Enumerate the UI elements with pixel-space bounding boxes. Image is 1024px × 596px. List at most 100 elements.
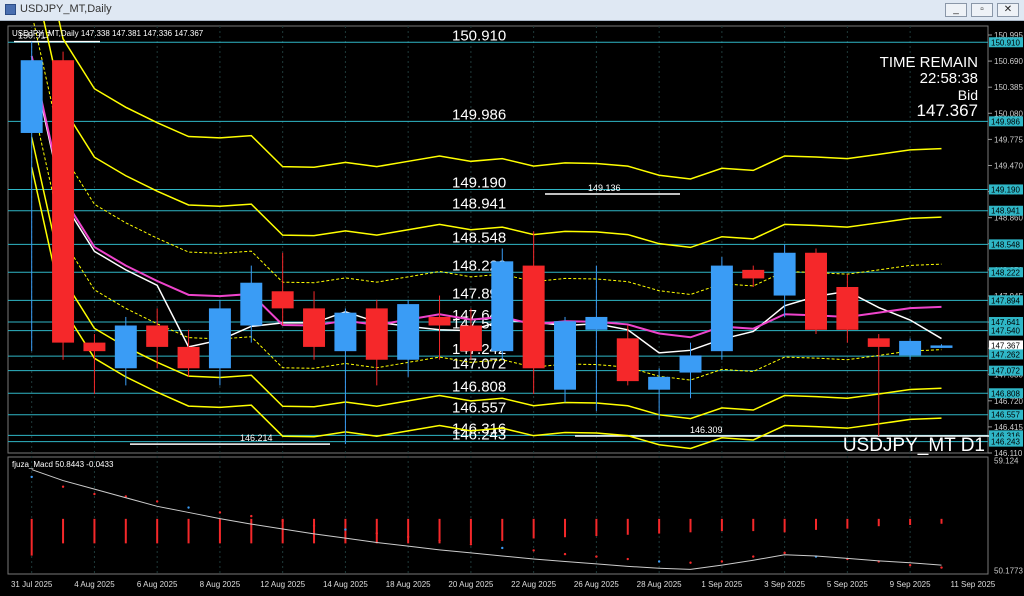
price-tick-label: 149.470 xyxy=(994,161,1023,170)
macd-signal-dot xyxy=(908,563,912,567)
symbol-watermark: USDJPY_MT D1 xyxy=(843,435,985,456)
level-label: 149.190 xyxy=(452,174,506,191)
macd-signal-dot xyxy=(752,555,755,558)
price-tick-label: 150.385 xyxy=(994,83,1023,92)
date-label: 3 Sep 2025 xyxy=(764,580,805,589)
candle-body xyxy=(303,308,326,347)
price-flag-label: 146.557 xyxy=(991,411,1020,420)
window-title: USDJPY_MT,Daily xyxy=(20,3,112,15)
macd-signal-dot xyxy=(469,543,473,546)
macd-signal-dot xyxy=(532,549,535,552)
macd-signal-dot xyxy=(30,475,33,479)
level-label: 148.548 xyxy=(452,229,506,246)
candle-body xyxy=(397,304,420,360)
date-label: 14 Aug 2025 xyxy=(323,580,368,589)
time-remain-value: 22:58:38 xyxy=(919,70,978,87)
candle-body xyxy=(648,376,671,390)
price-flag-label: 147.540 xyxy=(991,327,1020,336)
close-button[interactable]: ✕ xyxy=(997,3,1019,17)
minimize-button[interactable]: _ xyxy=(945,3,967,17)
extreme-marker-label: 149.136 xyxy=(588,183,621,193)
candle-body xyxy=(616,338,639,382)
macd-signal-dot xyxy=(940,566,943,569)
candle xyxy=(710,257,733,360)
candle-body xyxy=(930,345,953,348)
price-flag-label: 148.548 xyxy=(991,240,1020,249)
restore-button[interactable]: ▫ xyxy=(971,3,993,17)
macd-signal-dot xyxy=(155,500,159,503)
level-label: 150.910 xyxy=(452,27,506,44)
macd-signal-dot xyxy=(783,551,786,555)
time-remain-label: TIME REMAIN xyxy=(879,54,978,71)
candle-body xyxy=(491,261,514,352)
candle xyxy=(52,51,75,360)
candle-body xyxy=(679,355,702,373)
date-label: 8 Aug 2025 xyxy=(200,580,241,589)
time-remain-panel: TIME REMAIN 22:58:38 Bid 147.367 xyxy=(879,54,978,120)
date-label: 1 Sep 2025 xyxy=(701,580,742,589)
candle-body xyxy=(742,269,765,279)
price-flag-label: 146.243 xyxy=(991,438,1020,447)
macd-pane-frame xyxy=(7,456,989,575)
macd-tick-label: 50.1773 xyxy=(994,566,1023,575)
date-label: 18 Aug 2025 xyxy=(386,580,431,589)
main-pane-header: USDJPY_MT,Daily 147.338 147.381 147.336 … xyxy=(12,29,204,38)
macd-pane-header: fjuza_Macd 50.8443 -0.0433 xyxy=(12,460,114,469)
level-label: 146.557 xyxy=(452,400,506,417)
date-label: 12 Aug 2025 xyxy=(260,580,305,589)
candle-body xyxy=(428,316,451,326)
price-flag-label: 146.808 xyxy=(991,389,1020,398)
date-label: 5 Sep 2025 xyxy=(827,580,868,589)
macd-signal-dot xyxy=(250,514,253,518)
macd-signal-dot xyxy=(720,560,724,563)
macd-signal-dot xyxy=(375,532,378,535)
date-label: 11 Sep 2025 xyxy=(950,580,995,589)
date-label: 31 Jul 2025 xyxy=(11,580,53,589)
candle-body xyxy=(554,321,576,390)
macd-signal-dot xyxy=(438,539,441,542)
date-label: 4 Aug 2025 xyxy=(74,580,115,589)
price-flag-label: 147.894 xyxy=(991,296,1020,305)
macd-signal-dot xyxy=(501,546,504,550)
price-flag-label: 149.190 xyxy=(991,185,1020,194)
macd-tick-label: 59.124 xyxy=(994,457,1019,466)
macd-signal-dot xyxy=(406,535,410,539)
price-flag-label: 147.072 xyxy=(991,367,1020,376)
price-flag-label: 148.222 xyxy=(991,268,1020,277)
date-label: 6 Aug 2025 xyxy=(137,580,178,589)
candle-body xyxy=(334,312,357,352)
date-label: 28 Aug 2025 xyxy=(637,580,682,589)
macd-signal-dot xyxy=(563,552,567,556)
candle-body xyxy=(208,308,231,369)
candle-body xyxy=(365,308,388,360)
level-label: 149.986 xyxy=(452,106,506,123)
macd-signal-dot xyxy=(626,557,629,561)
candle-body xyxy=(773,252,796,296)
chart-window-icon xyxy=(5,4,16,15)
price-flag-label: 150.910 xyxy=(991,38,1020,47)
bid-value: 147.367 xyxy=(916,101,978,120)
price-tick-label: 150.690 xyxy=(994,57,1023,66)
candle-body xyxy=(805,252,827,330)
candle-body xyxy=(52,60,75,343)
candle-body xyxy=(867,338,890,347)
macd-signal-dot xyxy=(93,492,96,496)
extreme-marker-label: 146.309 xyxy=(690,425,723,435)
level-label: 147.072 xyxy=(452,356,506,373)
price-flag-label: 147.367 xyxy=(991,341,1020,350)
price-chart[interactable]: 150.910 149.986 149.190 148.941 148.548 148.2… xyxy=(0,21,1024,596)
level-label: 146.808 xyxy=(452,378,506,395)
price-flag-label: 148.941 xyxy=(991,207,1020,216)
candle-body xyxy=(114,325,137,369)
candle-body xyxy=(271,291,294,309)
candle-body xyxy=(710,265,733,352)
macd-signal-dot xyxy=(595,555,598,558)
candle-body xyxy=(146,325,169,347)
candle xyxy=(805,248,827,335)
candle-body xyxy=(836,286,859,330)
price-flag-label: 147.262 xyxy=(991,350,1020,359)
price-tick-label: 149.775 xyxy=(994,135,1023,144)
date-label: 26 Aug 2025 xyxy=(574,580,619,589)
candle-body xyxy=(240,282,263,326)
candle-body xyxy=(585,316,608,330)
